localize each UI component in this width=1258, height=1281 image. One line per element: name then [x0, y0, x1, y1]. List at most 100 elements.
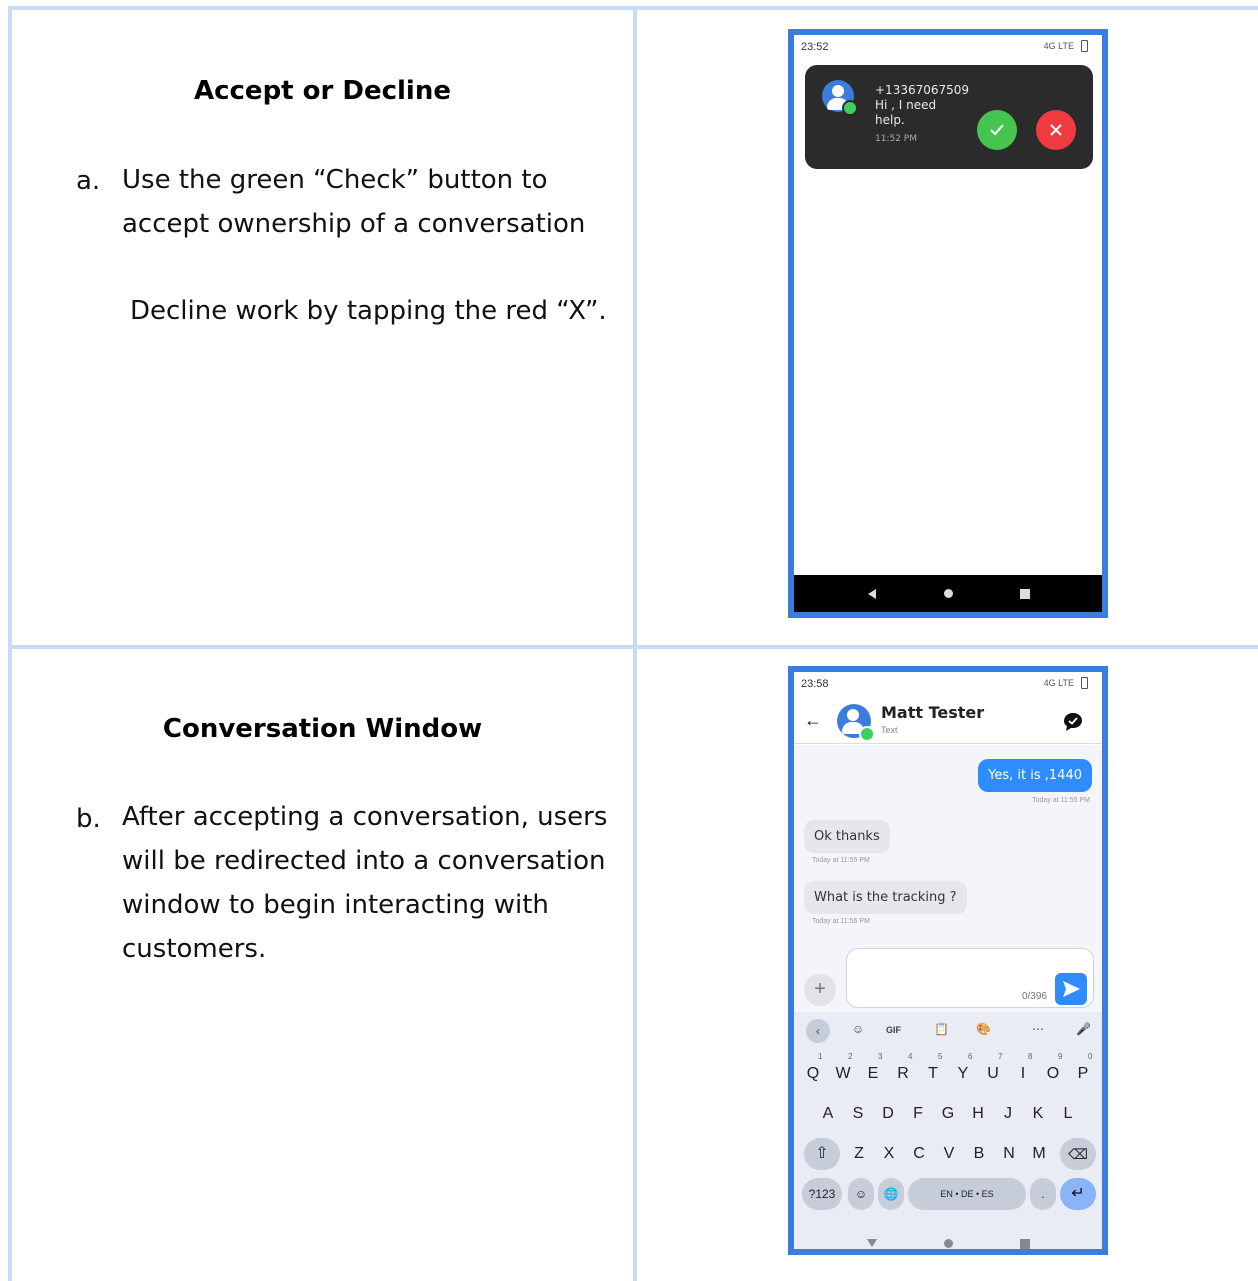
send-button[interactable]	[1055, 973, 1087, 1005]
status-bar: 23:52 4G LTE	[794, 35, 1102, 61]
keyboard-row-2: ASDFGHJKL	[794, 1098, 1102, 1130]
conversation-header: ← Matt Tester Text	[794, 694, 1102, 744]
nav-back-icon[interactable]	[866, 588, 878, 600]
key-f[interactable]: F	[903, 1098, 933, 1130]
sticker-icon[interactable]: ☺	[852, 1022, 864, 1036]
key-i[interactable]: I	[1008, 1058, 1038, 1090]
enter-key[interactable]: ↵	[1060, 1178, 1096, 1210]
back-arrow-icon[interactable]: ←	[804, 710, 822, 731]
status-time: 23:58	[801, 678, 829, 690]
nav-back-icon[interactable]	[866, 1237, 878, 1249]
instruction-b-line4: customers.	[122, 934, 267, 964]
key-u[interactable]: U	[978, 1058, 1008, 1090]
key-l[interactable]: L	[1053, 1098, 1083, 1130]
keyboard-toolbar: ‹ ☺ GIF 📋 🎨 ⋯ 🎤	[794, 1018, 1102, 1046]
palette-icon[interactable]: 🎨	[976, 1022, 991, 1036]
table-border-left	[8, 6, 12, 1281]
contact-channel: Text	[881, 725, 898, 735]
list-marker-a: a.	[76, 166, 101, 196]
key-n[interactable]: N	[994, 1138, 1024, 1170]
key-m[interactable]: M	[1024, 1138, 1054, 1170]
contact-avatar-icon	[822, 80, 858, 116]
notification-message-line1: Hi , I need	[875, 98, 937, 112]
battery-icon	[1081, 40, 1088, 52]
key-v[interactable]: V	[934, 1138, 964, 1170]
keyboard-row-3: ⇧ ⌫ ZXCVBNM	[794, 1138, 1102, 1170]
nav-home-icon[interactable]	[944, 1239, 953, 1248]
nav-recents-icon[interactable]	[1020, 1239, 1030, 1249]
shift-key[interactable]: ⇧	[804, 1138, 840, 1170]
instruction-b-line2: will be redirected into a conversation	[122, 846, 606, 876]
decline-button[interactable]	[1036, 110, 1076, 150]
check-icon	[990, 124, 1004, 136]
instruction-b-line3: window to begin interacting with	[122, 890, 549, 920]
key-q[interactable]: Q	[798, 1058, 828, 1090]
sms-badge-icon	[842, 100, 858, 116]
accept-button[interactable]	[977, 110, 1017, 150]
message-incoming: What is the tracking ?	[804, 881, 967, 914]
key-a[interactable]: A	[813, 1098, 843, 1130]
instruction-b: After accepting a conversation, users wi…	[122, 795, 607, 971]
notification-phone-number: +13367067509	[875, 83, 970, 97]
backspace-key[interactable]: ⌫	[1060, 1138, 1096, 1170]
message-input[interactable]: 0/396	[846, 948, 1094, 1008]
nav-recents-icon[interactable]	[1020, 589, 1030, 599]
period-key[interactable]: .	[1030, 1178, 1056, 1210]
key-z[interactable]: Z	[844, 1138, 874, 1170]
list-marker-b: b.	[76, 804, 101, 834]
instruction-decline: Decline work by tapping the red “X”.	[130, 296, 607, 326]
key-r[interactable]: R	[888, 1058, 918, 1090]
key-j[interactable]: J	[993, 1098, 1023, 1130]
attach-plus-button[interactable]: +	[804, 974, 836, 1006]
key-k[interactable]: K	[1023, 1098, 1053, 1130]
network-indicator: 4G LTE	[1043, 678, 1074, 688]
more-options-icon[interactable]: ⋯	[1032, 1022, 1044, 1036]
key-w[interactable]: W	[828, 1058, 858, 1090]
message-timestamp: Today at 11:56 PM	[812, 918, 870, 925]
key-g[interactable]: G	[933, 1098, 963, 1130]
battery-icon	[1081, 677, 1088, 689]
phone-screenshot-notification: 23:52 4G LTE +13367067509 Hi , I need he…	[788, 29, 1108, 618]
key-p[interactable]: P	[1068, 1058, 1098, 1090]
gif-button[interactable]: GIF	[886, 1025, 901, 1035]
character-counter: 0/396	[1021, 991, 1047, 1002]
clipboard-icon[interactable]: 📋	[934, 1022, 949, 1036]
key-e[interactable]: E	[858, 1058, 888, 1090]
key-o[interactable]: O	[1038, 1058, 1068, 1090]
instruction-a: Use the green “Check” button to accept o…	[122, 158, 585, 246]
chat-bubble-icon[interactable]	[1062, 711, 1084, 733]
collapse-chevron-icon[interactable]: ‹	[806, 1019, 830, 1043]
key-s[interactable]: S	[843, 1098, 873, 1130]
section-heading-conversation-window: Conversation Window	[162, 714, 483, 744]
key-h[interactable]: H	[963, 1098, 993, 1130]
symbols-key[interactable]: ?123	[802, 1178, 842, 1210]
instruction-a-line2: accept ownership of a conversation	[122, 209, 586, 239]
android-nav-bar	[794, 575, 1102, 612]
send-icon	[1063, 981, 1080, 997]
instruction-b-line1: After accepting a conversation, users	[122, 802, 608, 832]
network-indicator: 4G LTE	[1043, 41, 1074, 51]
incoming-notification[interactable]: +13367067509 Hi , I need help. 11:52 PM	[805, 65, 1093, 169]
key-y[interactable]: Y	[948, 1058, 978, 1090]
key-x[interactable]: X	[874, 1138, 904, 1170]
microphone-icon[interactable]: 🎤	[1076, 1022, 1091, 1036]
contact-name: Matt Tester	[881, 703, 985, 722]
keyboard-row-4: ?123 ☺ 🌐 EN • DE • ES . ↵	[794, 1178, 1102, 1210]
emoji-key[interactable]: ☺	[848, 1178, 874, 1210]
contact-avatar-icon	[837, 704, 875, 742]
key-d[interactable]: D	[873, 1098, 903, 1130]
nav-home-icon[interactable]	[944, 589, 953, 598]
key-b[interactable]: B	[964, 1138, 994, 1170]
notification-message-line2: help.	[875, 113, 905, 127]
close-icon	[1050, 124, 1062, 136]
instruction-a-line1: Use the green “Check” button to	[122, 165, 548, 195]
android-nav-bar	[794, 1225, 1102, 1249]
section-heading-accept-decline: Accept or Decline	[193, 76, 451, 106]
message-outgoing: Yes, it is ,1440	[978, 759, 1092, 792]
notification-text: +13367067509 Hi , I need help. 11:52 PM	[875, 83, 969, 147]
key-c[interactable]: C	[904, 1138, 934, 1170]
space-bar[interactable]: EN • DE • ES	[908, 1178, 1026, 1210]
key-t[interactable]: T	[918, 1058, 948, 1090]
message-timestamp: Today at 11:55 PM	[812, 857, 870, 864]
globe-key[interactable]: 🌐	[878, 1178, 904, 1210]
